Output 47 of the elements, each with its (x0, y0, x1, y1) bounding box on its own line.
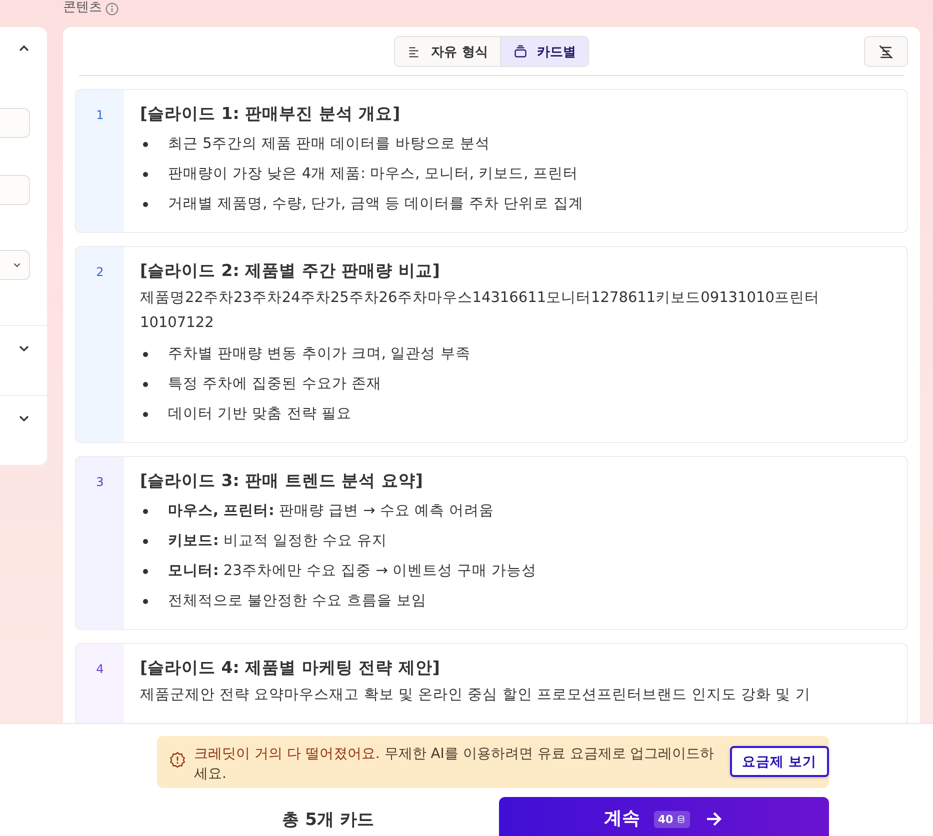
notice-message: 크레딧이 거의 다 떨어졌어요. 무제한 AI를 이용하려면 유료 요금제로 업그레이드하세요. (194, 745, 716, 784)
card-count: 총 5개 카드 (281, 809, 375, 832)
bullet-icon (143, 598, 148, 604)
card-title: [슬라이드 2: 제품별 주간 판매량 비교] (140, 260, 441, 282)
bullet-text: 특정 주차에 집중된 수요가 존재 (168, 375, 382, 394)
bullet-text: 주차별 판매량 변동 추이가 크며, 일관성 부족 (168, 345, 470, 364)
bullet-icon (143, 538, 148, 544)
bullet-text: 최근 5주간의 제품 판매 데이터를 바탕으로 분석 (168, 135, 490, 154)
info-icon[interactable] (105, 2, 119, 16)
bullet-icon (143, 382, 148, 386)
bullet-icon (143, 202, 148, 206)
input-field[interactable] (0, 175, 30, 205)
bullet-icon (143, 352, 148, 356)
lines-slash-icon (877, 42, 895, 60)
card-title: [슬라이드 3: 판매 트렌드 분석 요약] (140, 470, 424, 492)
bullet-icon (143, 172, 148, 176)
warning-icon (169, 751, 186, 768)
continue-button[interactable]: 계속 40 (499, 797, 829, 836)
bullet-text: 마우스, 프린터: 판매량 급변 → 수요 예측 어려움 (168, 502, 494, 521)
bullet-icon (143, 568, 148, 574)
bullet-text: 전체적으로 불안정한 수요 흐름을 보임 (168, 592, 426, 611)
card-paragraph: 제품명22주차23주차24주차25주차26주차마우스14316611모니터1278611키보드09131010프린터10107122 (140, 289, 820, 333)
bullet-text: 데이터 기반 맞춤 전략 필요 (168, 405, 352, 424)
format-toggle-button[interactable] (864, 36, 908, 67)
bullet-text: 모니터: 23주차에만 수요 집중 → 이벤트성 구매 가능성 (168, 562, 537, 581)
view-tab[interactable]: 자유 형식 (395, 37, 500, 66)
input-field[interactable] (0, 108, 30, 138)
card-stack-icon (512, 44, 528, 59)
card-number: 4 (96, 662, 104, 677)
bullet-icon (143, 508, 148, 514)
bullet-icon (143, 412, 148, 416)
view-tab[interactable]: 카드별 (500, 37, 588, 66)
coin-stack-icon (675, 814, 686, 825)
card-number: 3 (96, 475, 104, 490)
card-title: [슬라이드 4: 제품별 마케팅 전략 제안] (140, 657, 441, 679)
dropdown-field[interactable] (0, 250, 30, 280)
card-paragraph: 제품군제안 전략 요약마우스재고 확보 및 온라인 중심 할인 프로모션프린터브랜드 인지도 강화 및 기 (140, 686, 812, 705)
bullet-icon (143, 142, 148, 146)
card-number: 2 (96, 265, 104, 280)
card-number: 1 (96, 108, 104, 123)
bullet-text: 판매량이 가장 낮은 4개 제품: 마우스, 모니터, 키보드, 프린터 (168, 165, 578, 184)
credit-badge: 40 (654, 811, 690, 828)
bullet-text: 키보드: 비교적 일정한 수요 유지 (168, 532, 388, 551)
section-label: 콘텐츠 (63, 0, 102, 16)
bullet-text: 거래별 제품명, 수량, 단가, 금액 등 데이터를 주차 단위로 집계 (168, 195, 584, 214)
card-title: [슬라이드 1: 판매부진 분석 개요] (140, 103, 402, 125)
view-plans-button[interactable]: 요금제 보기 (730, 746, 829, 777)
